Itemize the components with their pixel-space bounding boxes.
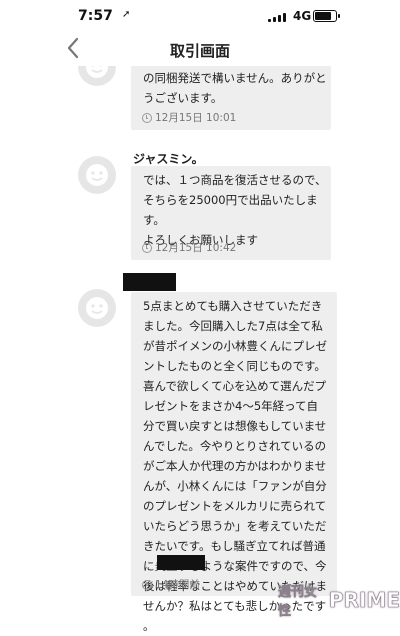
location-arrow-icon: ➚ bbox=[122, 9, 131, 20]
watermark-suffix: PRIME bbox=[328, 588, 400, 613]
message-bubble: 5点まとめても購入させていただき ました。今回購入した7点は全て私 が昔ポイメン… bbox=[131, 292, 337, 633]
redacted-text bbox=[157, 555, 205, 570]
message-timestamp: 14時間前 bbox=[142, 577, 200, 592]
publisher-watermark: 週刊女性 PRIME bbox=[278, 585, 400, 620]
avatar[interactable] bbox=[78, 289, 116, 327]
page-title-overlay: 取引画面 bbox=[169, 42, 230, 60]
timestamp-text: 14時間前 bbox=[155, 579, 200, 591]
network-type: 4G bbox=[293, 9, 312, 23]
smiley-avatar-icon bbox=[86, 164, 108, 186]
message-text: の同梱発送で構いません。ありがと うございます。 bbox=[143, 71, 327, 105]
clock-icon bbox=[142, 242, 152, 253]
message-text: では、１つ商品を復活させるので、 そちらを25000円で出品いたしま す。 よろ… bbox=[143, 173, 327, 247]
redacted-sender-name bbox=[123, 273, 176, 291]
nav-header-overlay: 取引画面 bbox=[0, 30, 400, 68]
timestamp-text: 12月15日 10:42 bbox=[155, 242, 237, 254]
message-timestamp: 12月15日 10:42 bbox=[142, 240, 236, 255]
clock-icon bbox=[142, 112, 152, 123]
avatar[interactable] bbox=[78, 156, 116, 194]
battery-icon bbox=[313, 10, 340, 22]
status-bar: 7:57 ➚ 4G bbox=[0, 0, 400, 30]
sender-name: ジャスミン。 bbox=[133, 152, 204, 166]
watermark-prefix: 週刊女性 bbox=[278, 585, 318, 620]
timestamp-text: 12月15日 10:01 bbox=[155, 112, 237, 124]
message-timestamp: 12月15日 10:01 bbox=[142, 110, 236, 125]
smiley-avatar-icon bbox=[86, 297, 108, 319]
message-bubble: では、１つ商品を復活させるので、 そちらを25000円で出品いたしま す。 よろ… bbox=[131, 166, 331, 260]
signal-icon bbox=[268, 12, 286, 22]
clock-icon bbox=[142, 579, 152, 590]
battery-level bbox=[315, 12, 331, 20]
status-time: 7:57 bbox=[78, 8, 113, 24]
